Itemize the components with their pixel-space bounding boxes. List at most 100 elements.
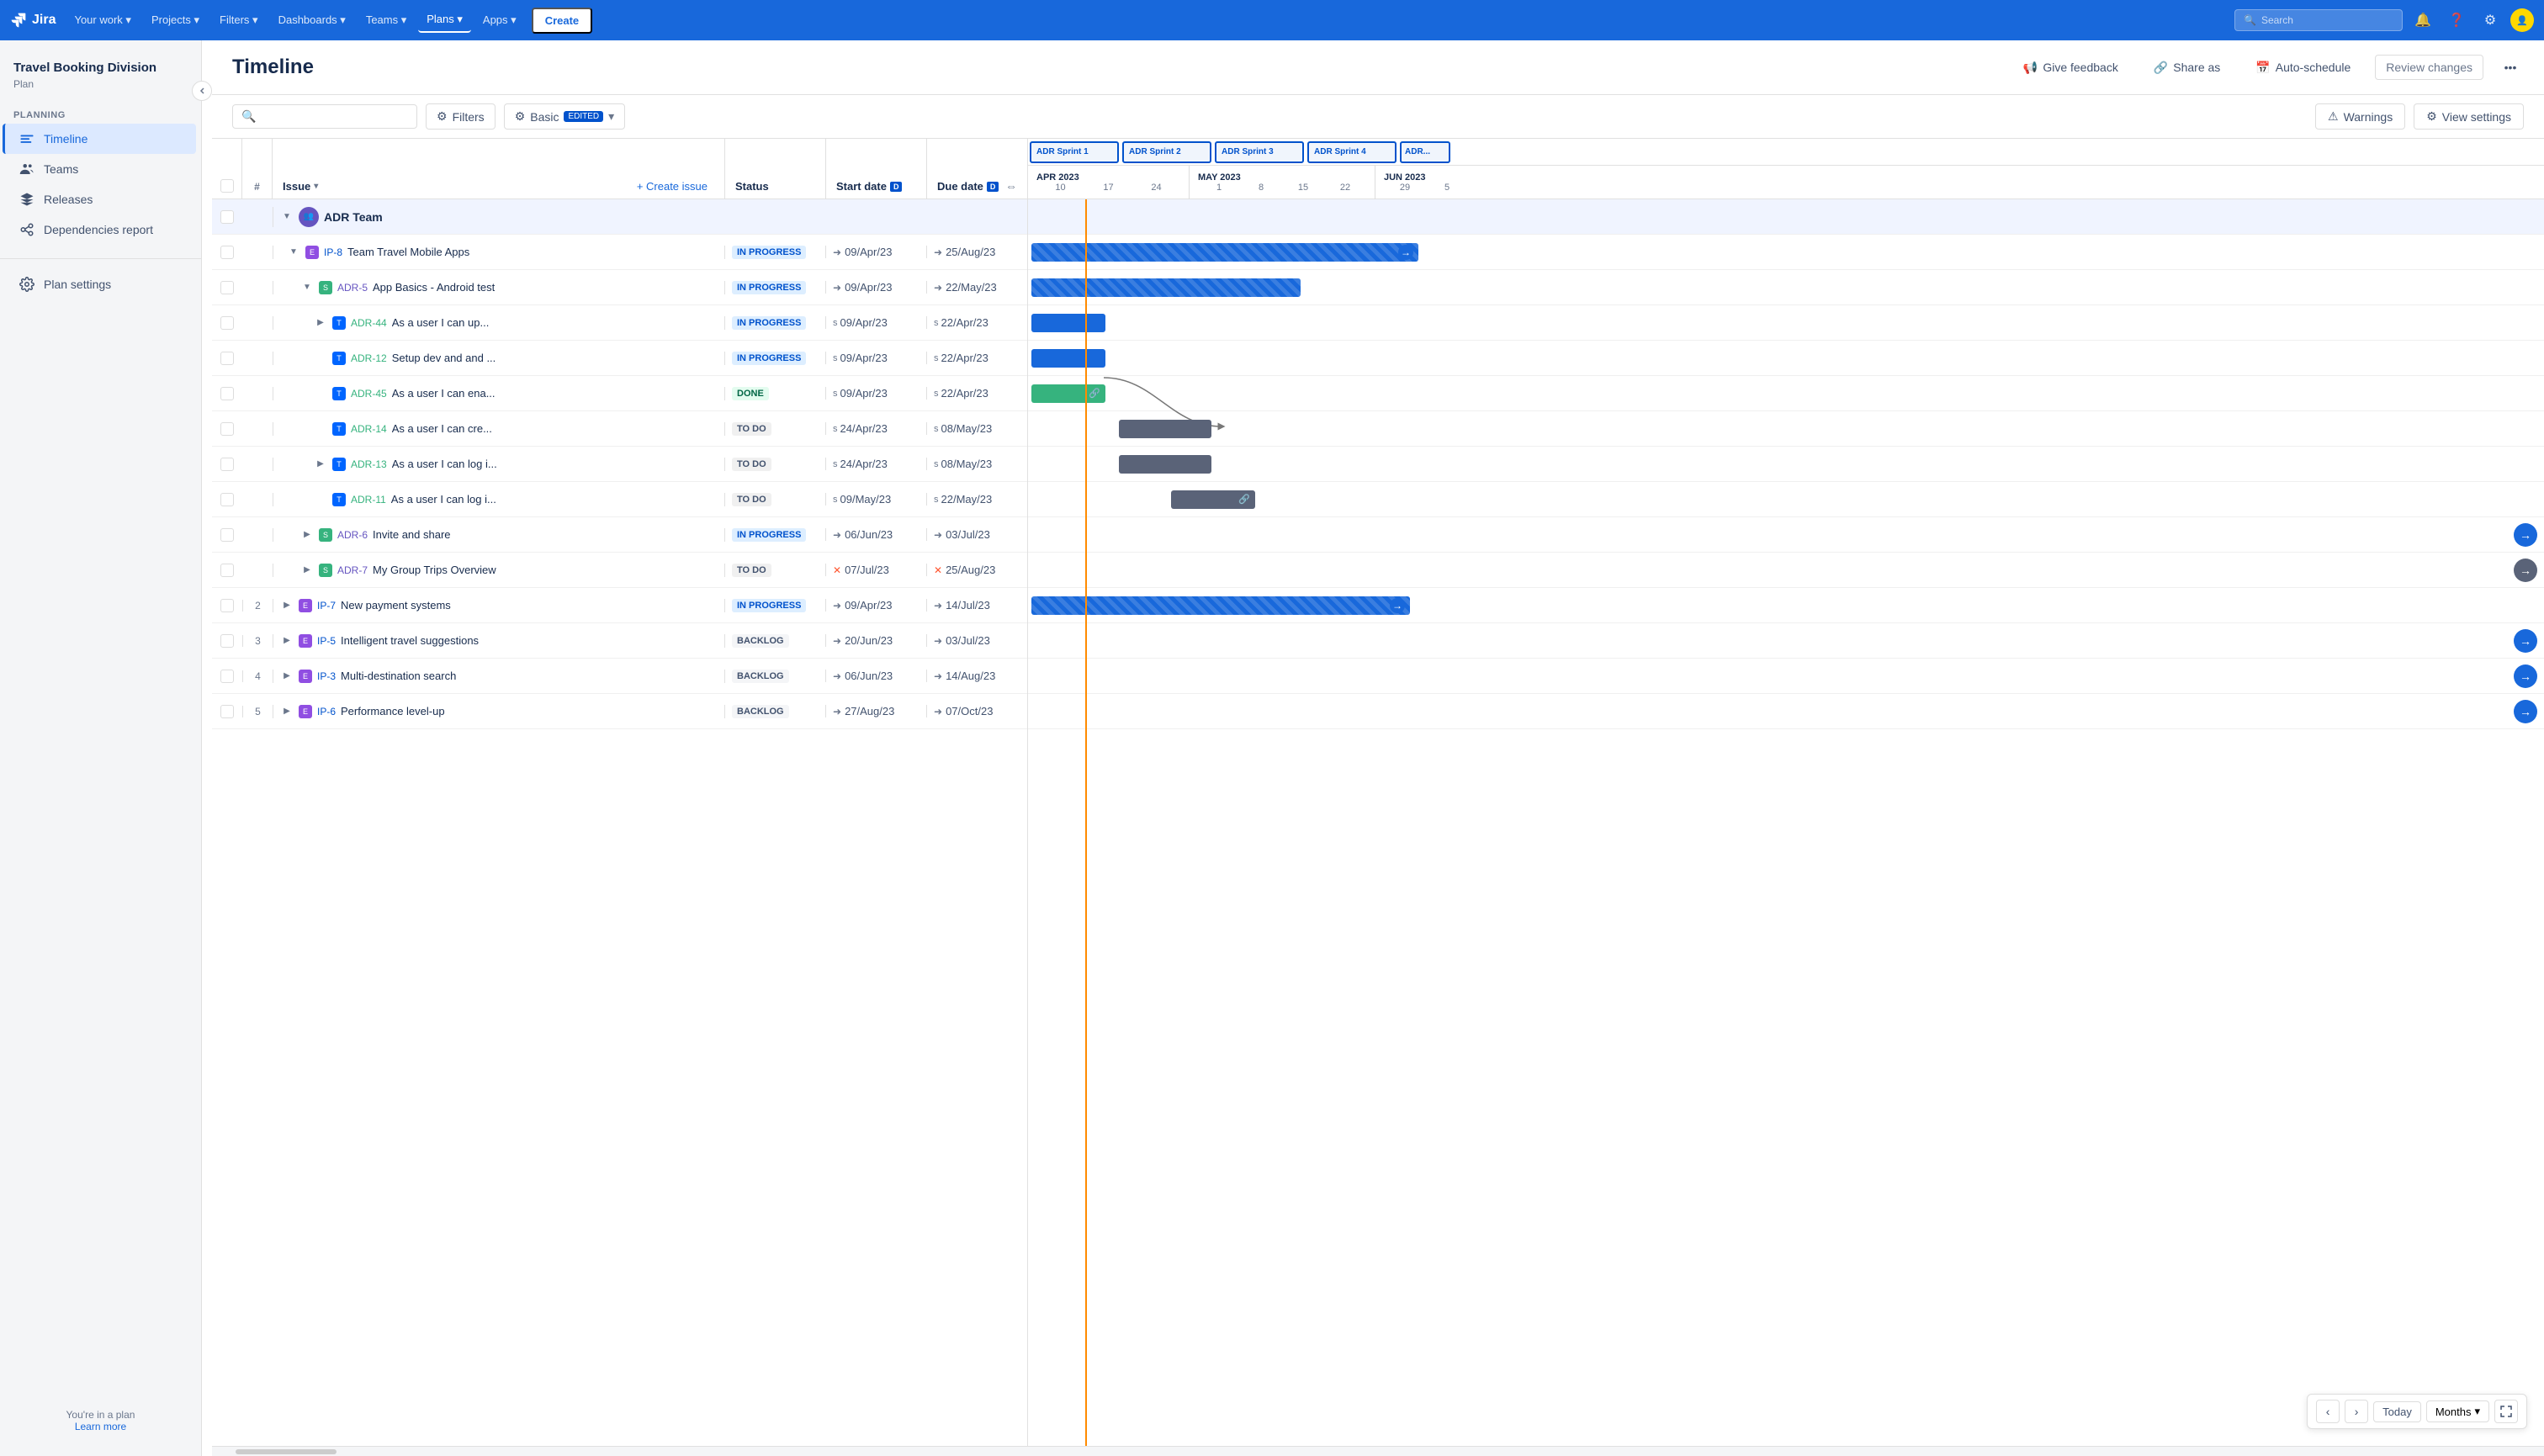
sidebar-item-timeline[interactable]: Timeline [3,124,196,154]
nav-next-btn[interactable]: › [2345,1400,2368,1423]
expand-adr13[interactable]: ▶ [314,458,327,471]
row-checkbox[interactable] [220,634,234,648]
help-icon[interactable]: ❓ [2443,7,2470,34]
bar-arrow-ip3[interactable]: → [2514,664,2537,688]
nav-logo[interactable]: Jira [10,12,56,29]
issue-key[interactable]: ADR-45 [351,388,387,400]
expand-ip5[interactable]: ▶ [280,634,294,648]
nav-item-plans[interactable]: Plans ▾ [418,8,471,33]
sidebar-item-settings[interactable]: Plan settings [5,269,196,299]
nav-item-filters[interactable]: Filters ▾ [211,8,267,32]
row-checkbox[interactable] [220,705,234,718]
row-checkbox[interactable] [220,316,234,330]
bar-adr14[interactable] [1119,420,1211,438]
issue-key[interactable]: IP-5 [317,635,336,647]
nav-item-dashboards[interactable]: Dashboards ▾ [270,8,354,32]
sidebar-item-dependencies[interactable]: Dependencies report [5,214,196,245]
expand-ip6[interactable]: ▶ [280,705,294,718]
bar-adr12[interactable] [1031,349,1105,368]
resize-handle[interactable]: ⇔ [1005,179,1017,193]
auto-schedule-btn[interactable]: 📅 Auto-schedule [2245,55,2361,81]
warnings-btn[interactable]: ⚠ Warnings [2315,103,2405,130]
bar-arrow-adr6[interactable]: → [2514,523,2537,547]
issue-key[interactable]: ADR-11 [351,494,386,506]
sprint-adr5[interactable]: ADR... [1400,141,1450,163]
row-checkbox[interactable] [220,528,234,542]
issue-key[interactable]: IP-3 [317,670,336,682]
nav-item-apps[interactable]: Apps ▾ [474,8,525,32]
avatar[interactable]: 👤 [2510,8,2534,32]
bar-adr11[interactable]: 🔗 [1171,490,1255,509]
bar-arrow-adr7[interactable]: → [2514,559,2537,582]
start-date-col-header[interactable]: Start date D [836,180,902,193]
bar-ip7[interactable]: → [1031,596,1410,615]
nav-item-teams[interactable]: Teams ▾ [358,8,415,32]
date-x[interactable]: ✕ [833,564,841,576]
row-checkbox[interactable] [220,352,234,365]
scrollbar-row[interactable] [212,1446,2544,1456]
view-settings-btn[interactable]: ⚙ View settings [2414,103,2524,130]
basic-edited-btn[interactable]: ⚙ Basic EDITED ▾ [504,103,626,130]
issue-col-header[interactable]: Issue ▾ [283,180,318,193]
search-box[interactable]: 🔍 [232,104,417,129]
row-checkbox[interactable] [220,564,234,577]
expand-ip3[interactable]: ▶ [280,670,294,683]
due-date-col-header[interactable]: Due date D [937,180,999,193]
bar-arrow-ip5[interactable]: → [2514,629,2537,653]
issue-key[interactable]: ADR-12 [351,352,387,364]
issue-key[interactable]: ADR-44 [351,317,387,329]
row-checkbox[interactable] [220,599,234,612]
issue-key[interactable]: ADR-13 [351,458,387,470]
row-checkbox[interactable] [220,422,234,436]
create-button[interactable]: Create [532,8,592,34]
expand-ip8[interactable]: ▼ [287,246,300,259]
sprint-adr3[interactable]: ADR Sprint 3 [1215,141,1304,163]
fullscreen-btn[interactable] [2494,1400,2518,1423]
date-x-due[interactable]: ✕ [934,564,942,576]
expand-adr6[interactable]: ▶ [300,528,314,542]
issue-key[interactable]: ADR-5 [337,282,368,294]
issue-key[interactable]: ADR-6 [337,529,368,541]
learn-more-link[interactable]: Learn more [75,1421,126,1432]
search-input[interactable] [261,110,408,124]
create-issue-btn[interactable]: + Create issue [637,180,708,193]
share-as-btn[interactable]: 🔗 Share as [2143,55,2231,81]
expand-adr7[interactable]: ▶ [300,564,314,577]
sprint-adr2[interactable]: ADR Sprint 2 [1122,141,1211,163]
bar-ip8[interactable]: → [1031,243,1418,262]
months-dropdown[interactable]: Months ▾ [2426,1400,2489,1422]
row-checkbox[interactable] [220,281,234,294]
issue-key[interactable]: IP-7 [317,600,336,612]
bar-arrow-ip6[interactable]: → [2514,700,2537,723]
settings-icon[interactable]: ⚙ [2477,7,2504,34]
bar-adr13[interactable] [1119,455,1211,474]
sidebar-item-teams[interactable]: Teams [5,154,196,184]
today-btn[interactable]: Today [2373,1401,2421,1422]
row-checkbox[interactable] [220,387,234,400]
status-col-header[interactable]: Status [735,180,769,193]
bar-adr45[interactable]: 🔗 [1031,384,1105,403]
row-checkbox[interactable] [220,210,234,224]
expand-adr-team[interactable]: ▼ [280,210,294,224]
row-checkbox[interactable] [220,458,234,471]
issue-key[interactable]: ADR-14 [351,423,387,435]
sprint-adr4[interactable]: ADR Sprint 4 [1307,141,1397,163]
row-checkbox[interactable] [220,246,234,259]
more-options-btn[interactable]: ••• [2497,54,2524,81]
sidebar-item-releases[interactable]: Releases [5,184,196,214]
issue-key[interactable]: IP-8 [324,246,342,258]
bar-adr44[interactable] [1031,314,1105,332]
sprint-adr1[interactable]: ADR Sprint 1 [1030,141,1119,163]
issue-key[interactable]: IP-6 [317,706,336,717]
issue-key[interactable]: ADR-7 [337,564,368,576]
row-checkbox[interactable] [220,493,234,506]
give-feedback-btn[interactable]: 📢 Give feedback [2012,55,2129,81]
sidebar-collapse-btn[interactable] [192,81,212,101]
notifications-icon[interactable]: 🔔 [2409,7,2436,34]
expand-ip7[interactable]: ▶ [280,599,294,612]
nav-prev-btn[interactable]: ‹ [2316,1400,2340,1423]
search-bar[interactable]: 🔍 Search [2234,9,2403,31]
filters-btn[interactable]: ⚙ Filters [426,103,496,130]
nav-item-yourwork[interactable]: Your work ▾ [66,8,139,32]
nav-item-projects[interactable]: Projects ▾ [143,8,208,32]
